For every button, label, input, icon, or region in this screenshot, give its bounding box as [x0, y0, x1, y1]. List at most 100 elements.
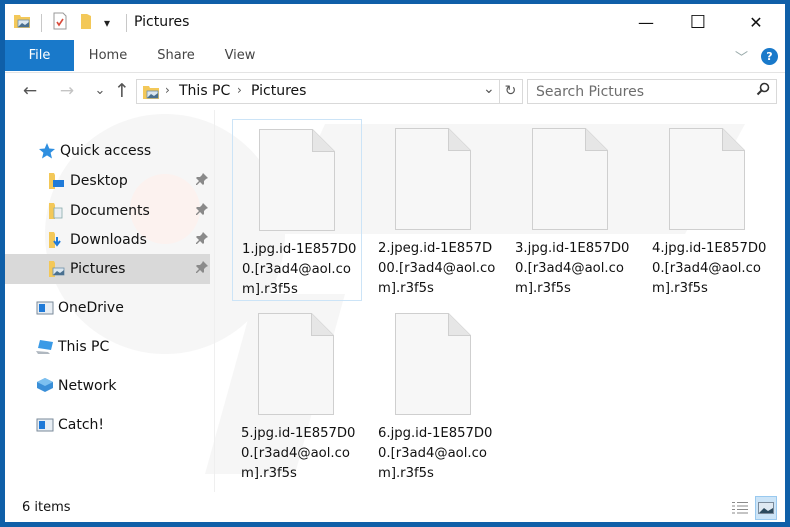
pin-icon[interactable] [196, 232, 208, 247]
maximize-icon: ☐ [689, 11, 707, 33]
large-icons-view-button[interactable] [755, 496, 777, 520]
item-count: 6 items [22, 500, 71, 515]
navigation-pane: Quick access Desktop Documents Downloads… [5, 110, 214, 492]
file-name: 5.jpg.id-1E857D00.[r3ad4@aol.com].r3f5s [241, 426, 356, 481]
maximize-button[interactable]: ☐ [675, 4, 721, 40]
this-pc-icon [36, 339, 54, 355]
pin-icon[interactable] [196, 173, 208, 188]
breadcrumb-this-pc[interactable]: This PC [179, 83, 230, 99]
title-bar: ▾ Pictures — ☐ ✕ [5, 4, 785, 40]
new-folder-icon[interactable] [80, 12, 92, 34]
ribbon-tabs: File Home Share View ﹀ ? [5, 40, 785, 73]
network-icon [36, 378, 54, 394]
help-icon[interactable]: ? [761, 48, 778, 65]
file-item[interactable]: 3.jpg.id-1E857D00.[r3ad4@aol.com].r3f5s [506, 119, 636, 301]
window-title: Pictures [134, 14, 190, 30]
details-view-button[interactable] [729, 496, 751, 520]
onedrive-icon [36, 300, 54, 316]
pin-icon[interactable] [196, 203, 208, 218]
blank-document-icon [259, 129, 335, 231]
file-name: 1.jpg.id-1E857D00.[r3ad4@aol.com].r3f5s [242, 242, 357, 297]
file-item[interactable]: 4.jpg.id-1E857D00.[r3ad4@aol.com].r3f5s [643, 119, 773, 301]
pin-icon[interactable] [196, 261, 208, 276]
sidebar-item-quick-access[interactable]: Quick access [5, 136, 210, 166]
file-name: 2.jpeg.id-1E857D00.[r3ad4@aol.com].r3f5s [378, 241, 496, 296]
status-bar: 6 items [5, 494, 785, 522]
forward-arrow-icon: → [59, 81, 75, 101]
file-list: 1.jpg.id-1E857D00.[r3ad4@aol.com].r3f5s … [221, 110, 785, 492]
documents-folder-icon [48, 203, 66, 219]
pane-divider[interactable] [214, 110, 215, 492]
breadcrumb-separator-icon[interactable]: › [237, 83, 242, 97]
minimize-button[interactable]: — [623, 4, 669, 40]
back-button[interactable]: ← [19, 80, 41, 102]
toolbar-separator [41, 14, 42, 32]
file-explorer-window: ▾ Pictures — ☐ ✕ File Home Share View ﹀ … [5, 4, 785, 522]
expand-ribbon-chevron-icon[interactable]: ﹀ [735, 47, 748, 66]
file-item[interactable]: 6.jpg.id-1E857D00.[r3ad4@aol.com].r3f5s [369, 304, 499, 486]
sidebar-item-label: Network [58, 378, 117, 394]
file-name: 4.jpg.id-1E857D00.[r3ad4@aol.com].r3f5s [652, 241, 767, 296]
sidebar-item-network[interactable]: Network [5, 371, 210, 401]
sidebar-item-desktop[interactable]: Desktop [5, 166, 210, 196]
tab-home[interactable]: Home [80, 40, 136, 71]
sidebar-item-label: This PC [58, 339, 110, 355]
sidebar-item-label: Documents [70, 203, 150, 219]
file-item[interactable]: 2.jpeg.id-1E857D00.[r3ad4@aol.com].r3f5s [369, 119, 499, 301]
sidebar-item-documents[interactable]: Documents [5, 196, 210, 226]
tab-file[interactable]: File [5, 40, 74, 71]
sidebar-item-pictures[interactable]: Pictures [5, 254, 210, 284]
sidebar-item-this-pc[interactable]: This PC [5, 332, 210, 362]
sidebar-item-downloads[interactable]: Downloads [5, 225, 210, 255]
pictures-folder-icon [142, 83, 160, 105]
refresh-button[interactable]: ↻ [499, 79, 523, 104]
blank-document-icon [669, 128, 745, 230]
back-arrow-icon: ← [22, 81, 38, 101]
recent-locations-button[interactable]: ⌄ [89, 80, 111, 102]
refresh-icon: ↻ [504, 83, 517, 99]
tab-view[interactable]: View [215, 40, 265, 71]
search-input[interactable] [528, 80, 743, 103]
sidebar-item-label: Downloads [70, 232, 147, 248]
blank-document-icon [395, 128, 471, 230]
chevron-down-icon: ⌄ [94, 83, 106, 98]
sidebar-item-label: Pictures [70, 261, 126, 277]
address-dropdown-icon[interactable]: ⌄ [483, 81, 495, 97]
tab-share[interactable]: Share [150, 40, 202, 71]
breadcrumb-pictures[interactable]: Pictures [251, 83, 306, 99]
desktop-folder-icon [48, 173, 66, 189]
star-icon [38, 143, 56, 159]
address-bar[interactable]: › This PC › Pictures ⌄ [136, 79, 500, 104]
customize-dropdown-icon[interactable]: ▾ [104, 16, 110, 30]
pictures-folder-icon[interactable] [13, 12, 31, 34]
close-icon: ✕ [749, 12, 763, 32]
forward-button[interactable]: → [56, 80, 78, 102]
breadcrumb-separator-icon[interactable]: › [165, 83, 170, 97]
file-name: 3.jpg.id-1E857D00.[r3ad4@aol.com].r3f5s [515, 241, 630, 296]
details-view-icon [732, 502, 748, 514]
navigation-bar: ← → ⌄ ↑ › This PC › Pictures ⌄ ↻ [5, 74, 785, 110]
minimize-icon: — [638, 12, 654, 32]
quick-access-toolbar: ▾ [13, 12, 110, 34]
search-box[interactable] [527, 79, 777, 104]
sidebar-item-catch[interactable]: Catch! [5, 410, 210, 440]
file-item[interactable]: 1.jpg.id-1E857D00.[r3ad4@aol.com].r3f5s [232, 119, 362, 301]
large-icons-view-icon [758, 502, 774, 514]
close-button[interactable]: ✕ [733, 4, 779, 40]
blank-document-icon [258, 313, 334, 415]
sidebar-item-label: OneDrive [58, 300, 124, 316]
sidebar-item-label: Catch! [58, 417, 105, 433]
blank-document-icon [532, 128, 608, 230]
search-icon[interactable] [756, 82, 770, 100]
sidebar-item-onedrive[interactable]: OneDrive [5, 293, 210, 323]
catch-icon [36, 417, 54, 433]
up-button[interactable]: ↑ [111, 80, 133, 102]
pictures-folder-icon [48, 261, 66, 277]
properties-icon[interactable] [52, 12, 68, 34]
up-arrow-icon: ↑ [114, 80, 130, 102]
title-separator [126, 14, 127, 32]
downloads-folder-icon [48, 232, 66, 248]
file-name: 6.jpg.id-1E857D00.[r3ad4@aol.com].r3f5s [378, 426, 493, 481]
sidebar-item-label: Desktop [70, 173, 128, 189]
file-item[interactable]: 5.jpg.id-1E857D00.[r3ad4@aol.com].r3f5s [232, 304, 362, 486]
